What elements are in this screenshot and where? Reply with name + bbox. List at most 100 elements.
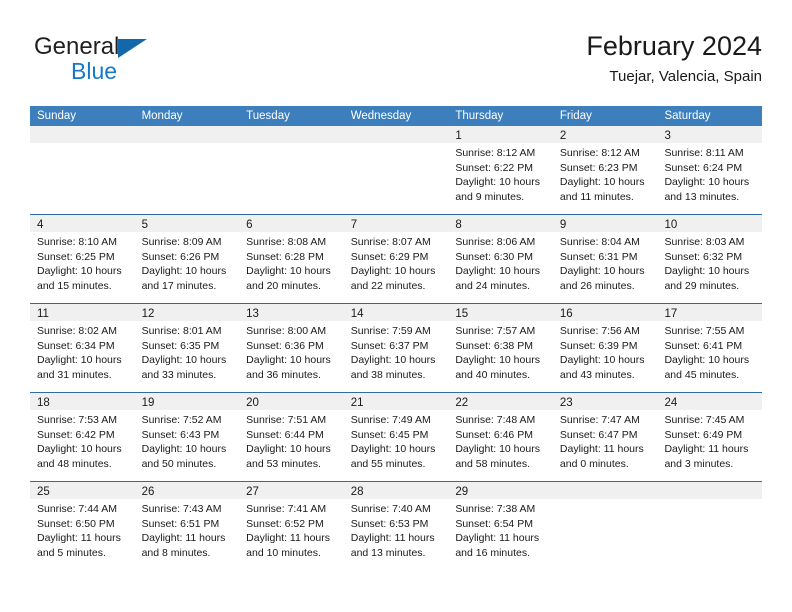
daylight-text: Daylight: 10 hours (37, 265, 122, 277)
calendar-day-cell[interactable]: 11 Sunrise: 8:02 AM Sunset: 6:34 PM Dayligh… (30, 304, 135, 392)
calendar-week-row: 18 Sunrise: 7:53 AM Sunset: 6:42 PM Dayligh… (30, 392, 763, 481)
daylight-text: Daylight: 10 hours (664, 354, 750, 366)
sunset-text: Sunset: 6:32 PM (664, 250, 743, 263)
calendar-day-cell[interactable]: 3 Sunrise: 8:11 AM Sunset: 6:24 PM Daylight… (657, 126, 763, 214)
calendar-day-cell[interactable]: 23 Sunrise: 7:47 AM Sunset: 6:47 PM Dayligh… (552, 393, 658, 481)
day-details: Sunrise: 7:43 AM Sunset: 6:51 PM Daylight:… (135, 499, 240, 560)
calendar-day-cell[interactable]: 7 Sunrise: 8:07 AM Sunset: 6:29 PM Daylight… (343, 215, 449, 303)
daylight-text-cont: and 55 minutes. (350, 457, 426, 470)
sunset-text: Sunset: 6:52 PM (246, 517, 324, 530)
calendar-day-cell[interactable]: 10 Sunrise: 8:03 AM Sunset: 6:32 PM Dayligh… (657, 215, 763, 303)
calendar-day-cell[interactable]: 26 Sunrise: 7:43 AM Sunset: 6:51 PM Dayligh… (134, 482, 240, 570)
sunset-text: Sunset: 6:31 PM (559, 250, 638, 263)
calendar-empty-cell (552, 482, 658, 570)
day-details (30, 143, 135, 146)
day-details: Sunrise: 7:49 AM Sunset: 6:45 PM Daylight:… (344, 410, 449, 471)
calendar-day-cell[interactable]: 12 Sunrise: 8:01 AM Sunset: 6:35 PM Dayligh… (134, 304, 240, 392)
sunrise-text: Sunrise: 8:10 AM (37, 236, 117, 248)
sunrise-text: Sunrise: 7:56 AM (559, 325, 640, 337)
day-number-band: 24 (657, 393, 763, 410)
daylight-text: Daylight: 11 hours (141, 532, 226, 544)
day-number: 14 (350, 308, 364, 320)
calendar-day-cell[interactable]: 18 Sunrise: 7:53 AM Sunset: 6:42 PM Dayligh… (30, 393, 135, 481)
general-blue-logo[interactable]: General Blue (34, 34, 264, 94)
sunrise-text: Sunrise: 7:47 AM (559, 414, 640, 426)
sunrise-text: Sunrise: 8:12 AM (455, 147, 536, 159)
sunrise-text: Sunrise: 7:55 AM (664, 325, 745, 337)
day-details: Sunrise: 7:57 AM Sunset: 6:38 PM Daylight:… (448, 321, 553, 382)
day-number: 7 (350, 219, 358, 231)
calendar-day-cell[interactable]: 15 Sunrise: 7:57 AM Sunset: 6:38 PM Dayligh… (448, 304, 553, 392)
sunrise-text: Sunrise: 7:49 AM (350, 414, 431, 426)
sunrise-text: Sunrise: 8:04 AM (559, 236, 640, 248)
day-details: Sunrise: 8:02 AM Sunset: 6:34 PM Daylight:… (30, 321, 135, 382)
day-number-band: 8 (448, 215, 553, 232)
calendar-day-cell[interactable]: 24 Sunrise: 7:45 AM Sunset: 6:49 PM Dayligh… (657, 393, 763, 481)
weekday-header-friday: Friday (559, 110, 592, 122)
sunset-text: Sunset: 6:39 PM (559, 339, 638, 352)
daylight-text: Daylight: 11 hours (455, 532, 540, 544)
day-details: Sunrise: 8:07 AM Sunset: 6:29 PM Daylight:… (344, 232, 449, 293)
calendar-day-cell[interactable]: 14 Sunrise: 7:59 AM Sunset: 6:37 PM Dayligh… (343, 304, 449, 392)
daylight-text-cont: and 17 minutes. (141, 279, 217, 292)
calendar-day-cell[interactable]: 22 Sunrise: 7:48 AM Sunset: 6:46 PM Dayligh… (448, 393, 553, 481)
calendar-day-cell[interactable]: 2 Sunrise: 8:12 AM Sunset: 6:23 PM Daylight… (552, 126, 658, 214)
day-number-band: 28 (343, 482, 449, 499)
calendar-day-cell[interactable]: 13 Sunrise: 8:00 AM Sunset: 6:36 PM Dayligh… (239, 304, 344, 392)
day-number: 23 (559, 397, 573, 409)
calendar-day-cell[interactable]: 25 Sunrise: 7:44 AM Sunset: 6:50 PM Dayligh… (30, 482, 135, 570)
day-number: 20 (246, 397, 259, 409)
day-number-band: 26 (134, 482, 240, 499)
calendar-day-cell[interactable]: 20 Sunrise: 7:51 AM Sunset: 6:44 PM Dayligh… (239, 393, 344, 481)
calendar-day-cell[interactable]: 6 Sunrise: 8:08 AM Sunset: 6:28 PM Daylight… (239, 215, 344, 303)
calendar-page: General Blue February 2024 Tuejar, Valen… (0, 0, 792, 612)
daylight-text: Daylight: 10 hours (141, 443, 227, 455)
day-number: 13 (246, 308, 259, 320)
day-details: Sunrise: 8:09 AM Sunset: 6:26 PM Daylight:… (135, 232, 240, 293)
daylight-text: Daylight: 10 hours (350, 354, 436, 366)
day-number-band: 1 (448, 126, 553, 143)
calendar-day-cell[interactable]: 21 Sunrise: 7:49 AM Sunset: 6:45 PM Dayligh… (343, 393, 449, 481)
daylight-text: Daylight: 10 hours (559, 265, 645, 277)
calendar-day-cell[interactable]: 29 Sunrise: 7:38 AM Sunset: 6:54 PM Dayligh… (448, 482, 553, 570)
day-number-band: 4 (30, 215, 135, 232)
day-details (657, 499, 762, 502)
sunrise-text: Sunrise: 7:48 AM (455, 414, 536, 426)
calendar-day-cell[interactable]: 8 Sunrise: 8:06 AM Sunset: 6:30 PM Daylight… (448, 215, 553, 303)
sunrise-text: Sunrise: 8:03 AM (664, 236, 745, 248)
sunset-text: Sunset: 6:49 PM (664, 428, 743, 441)
day-details: Sunrise: 7:45 AM Sunset: 6:49 PM Daylight:… (657, 410, 762, 471)
sunrise-text: Sunrise: 7:59 AM (350, 325, 431, 337)
logo-word-blue: Blue (71, 58, 118, 84)
calendar-day-cell[interactable]: 17 Sunrise: 7:55 AM Sunset: 6:41 PM Dayligh… (657, 304, 763, 392)
day-number-band: 16 (552, 304, 658, 321)
day-number-band: 3 (657, 126, 763, 143)
day-number: 29 (455, 486, 469, 498)
calendar-day-cell[interactable]: 1 Sunrise: 8:12 AM Sunset: 6:22 PM Daylight… (448, 126, 553, 214)
daylight-text-cont: and 8 minutes. (141, 546, 211, 559)
day-number: 28 (350, 486, 364, 498)
daylight-text-cont: and 48 minutes. (37, 457, 112, 470)
daylight-text-cont: and 58 minutes. (455, 457, 531, 470)
day-number-band: 25 (30, 482, 135, 499)
daylight-text-cont: and 31 minutes. (37, 368, 112, 381)
day-number-band: 11 (30, 304, 135, 321)
calendar-day-cell[interactable]: 16 Sunrise: 7:56 AM Sunset: 6:39 PM Dayligh… (552, 304, 658, 392)
daylight-text-cont: and 11 minutes. (559, 190, 634, 203)
calendar-day-cell[interactable]: 4 Sunrise: 8:10 AM Sunset: 6:25 PM Daylight… (30, 215, 135, 303)
calendar-day-cell[interactable]: 5 Sunrise: 8:09 AM Sunset: 6:26 PM Daylight… (134, 215, 240, 303)
day-number-band: 6 (239, 215, 344, 232)
day-details: Sunrise: 8:12 AM Sunset: 6:22 PM Daylight:… (448, 143, 553, 204)
day-number-band: 14 (343, 304, 449, 321)
daylight-text: Daylight: 11 hours (350, 532, 435, 544)
day-number: 27 (246, 486, 259, 498)
calendar-day-cell[interactable]: 19 Sunrise: 7:52 AM Sunset: 6:43 PM Dayligh… (134, 393, 240, 481)
sunset-text: Sunset: 6:36 PM (246, 339, 324, 352)
day-number-band: 12 (134, 304, 240, 321)
calendar-day-cell[interactable]: 28 Sunrise: 7:40 AM Sunset: 6:53 PM Dayligh… (343, 482, 449, 570)
calendar-day-cell[interactable]: 9 Sunrise: 8:04 AM Sunset: 6:31 PM Daylight… (552, 215, 658, 303)
day-details: Sunrise: 8:12 AM Sunset: 6:23 PM Daylight:… (553, 143, 658, 204)
calendar-day-cell[interactable]: 27 Sunrise: 7:41 AM Sunset: 6:52 PM Dayligh… (239, 482, 344, 570)
sunrise-text: Sunrise: 8:07 AM (350, 236, 431, 248)
daylight-text: Daylight: 11 hours (246, 532, 331, 544)
